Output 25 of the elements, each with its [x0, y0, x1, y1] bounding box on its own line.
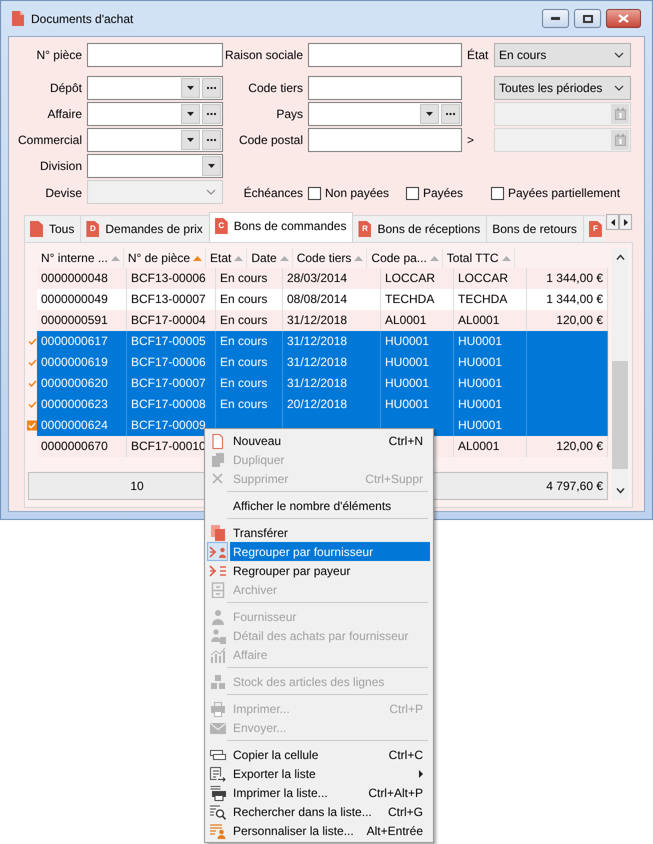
document-icon: C: [214, 218, 228, 234]
field-label: Échéances: [244, 186, 303, 200]
field-label: >: [467, 133, 474, 147]
checkbox-label: Non payées: [325, 186, 390, 200]
field-label: Dépôt: [50, 81, 82, 95]
field-label: Raison sociale: [224, 48, 303, 62]
field-label: Division: [40, 159, 82, 173]
checkbox-label: Payées: [423, 186, 464, 200]
table-cell: AL0001: [454, 436, 527, 457]
checkbox-label: Payées partiellement: [508, 186, 620, 200]
document-icon: F: [588, 221, 602, 237]
field-label: Code postal: [238, 133, 303, 147]
document-icon: D: [86, 221, 100, 237]
window-title: Documents d'achat: [31, 12, 134, 26]
total-cell-text: 4 797,60 €: [546, 479, 604, 493]
table-cell: 0000000670: [37, 436, 127, 457]
field-label: Code tiers: [248, 81, 303, 95]
field-label: Devise: [45, 186, 82, 200]
field-label: État: [467, 48, 488, 62]
field-label: N° pièce: [36, 48, 82, 62]
field-label: Pays: [276, 107, 303, 121]
field-label: Affaire: [48, 107, 82, 121]
document-icon: R: [358, 221, 372, 237]
table-cell: 120,00 €: [527, 436, 608, 457]
field-label: Commercial: [18, 133, 82, 147]
